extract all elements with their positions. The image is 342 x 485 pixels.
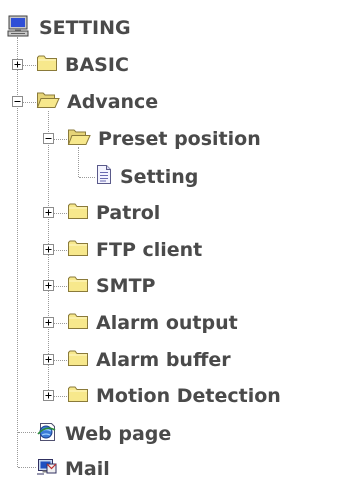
connector-line <box>18 432 36 433</box>
folder-closed-icon <box>67 384 89 408</box>
computer-icon <box>6 15 32 42</box>
connector-line <box>79 177 95 178</box>
tree-node-smtp[interactable]: SMTP <box>67 271 155 301</box>
tree-node-label: Patrol <box>96 202 161 224</box>
folder-closed-icon <box>67 311 89 335</box>
expand-basic-button[interactable] <box>12 59 23 70</box>
tree-node-motion-detection[interactable]: Motion Detection <box>67 381 281 411</box>
tree-node-label: Advance <box>67 91 159 113</box>
tree-node-label: FTP client <box>96 239 203 261</box>
connector-line <box>18 467 36 468</box>
tree-node-label: Mail <box>65 458 110 480</box>
tree-node-mail[interactable]: Mail <box>36 454 110 484</box>
tree-node-label: Alarm buffer <box>96 349 231 371</box>
web-page-icon <box>36 421 58 447</box>
expand-patrol-button[interactable] <box>43 207 54 218</box>
tree-node-web-page[interactable]: Web page <box>36 419 171 449</box>
tree-node-advance[interactable]: Advance <box>36 87 158 117</box>
tree-node-label: Web page <box>65 423 172 445</box>
folder-closed-icon <box>67 201 89 225</box>
expand-ftp-client-button[interactable] <box>43 244 54 255</box>
expand-alarm-output-button[interactable] <box>43 317 54 328</box>
tree-node-patrol[interactable]: Patrol <box>67 198 160 228</box>
folder-closed-icon <box>67 238 89 262</box>
collapse-advance-button[interactable] <box>12 96 23 107</box>
tree-node-label: Motion Detection <box>96 385 281 407</box>
expand-motion-detection-button[interactable] <box>43 390 54 401</box>
tree-node-label: Preset position <box>98 128 261 150</box>
folder-closed-icon <box>67 348 89 372</box>
folder-open-icon <box>36 90 60 114</box>
folder-open-icon <box>67 127 91 151</box>
mail-icon <box>36 456 58 482</box>
tree-node-label: Setting <box>120 166 199 188</box>
tree-node-setting-root[interactable]: SETTING <box>6 13 131 43</box>
settings-tree: SETTING BASIC Advance Preset position Se… <box>0 0 342 485</box>
expand-smtp-button[interactable] <box>43 280 54 291</box>
tree-node-preset-setting[interactable]: Setting <box>95 162 198 192</box>
tree-node-label: Alarm output <box>96 312 238 334</box>
tree-node-label: SETTING <box>39 17 131 39</box>
tree-node-alarm-buffer[interactable]: Alarm buffer <box>67 345 231 375</box>
expand-alarm-buffer-button[interactable] <box>43 354 54 365</box>
tree-node-basic[interactable]: BASIC <box>36 50 129 80</box>
tree-node-label: SMTP <box>96 275 156 297</box>
document-icon <box>95 164 113 190</box>
tree-node-preset-position[interactable]: Preset position <box>67 124 261 154</box>
tree-node-alarm-output[interactable]: Alarm output <box>67 308 238 338</box>
folder-closed-icon <box>67 274 89 298</box>
collapse-preset-position-button[interactable] <box>43 133 54 144</box>
folder-closed-icon <box>36 53 58 77</box>
tree-node-label: BASIC <box>65 54 129 76</box>
tree-node-ftp-client[interactable]: FTP client <box>67 235 202 265</box>
